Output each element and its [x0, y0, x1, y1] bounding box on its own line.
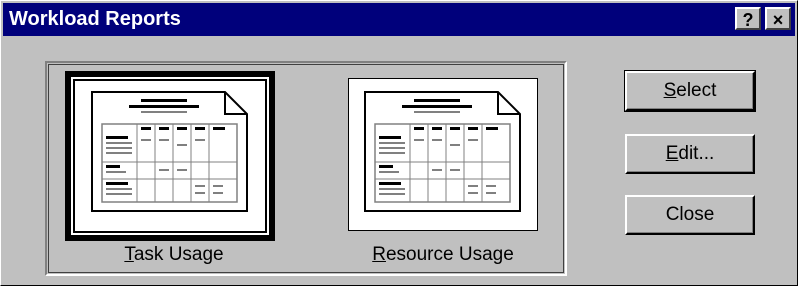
resource-usage-report-option[interactable] — [348, 78, 538, 231]
close-icon: × — [772, 10, 784, 30]
report-document-icon — [91, 91, 248, 212]
dialog-title: Workload Reports — [9, 8, 181, 30]
edit-button[interactable]: Edit... — [625, 134, 755, 174]
task-usage-report-option[interactable] — [65, 71, 275, 241]
help-icon: ? — [742, 10, 754, 30]
report-document-icon — [364, 91, 521, 212]
help-button[interactable]: ? — [735, 7, 761, 30]
title-bar[interactable]: Workload Reports ? × — [3, 3, 795, 36]
close-button[interactable]: Close — [625, 195, 755, 235]
workload-reports-dialog: Workload Reports ? × Task Usage Resource… — [0, 0, 798, 286]
task-usage-label: Task Usage — [124, 244, 224, 265]
close-window-button[interactable]: × — [765, 7, 791, 30]
resource-usage-label: Resource Usage — [372, 244, 514, 265]
select-button[interactable]: Select — [624, 70, 756, 112]
